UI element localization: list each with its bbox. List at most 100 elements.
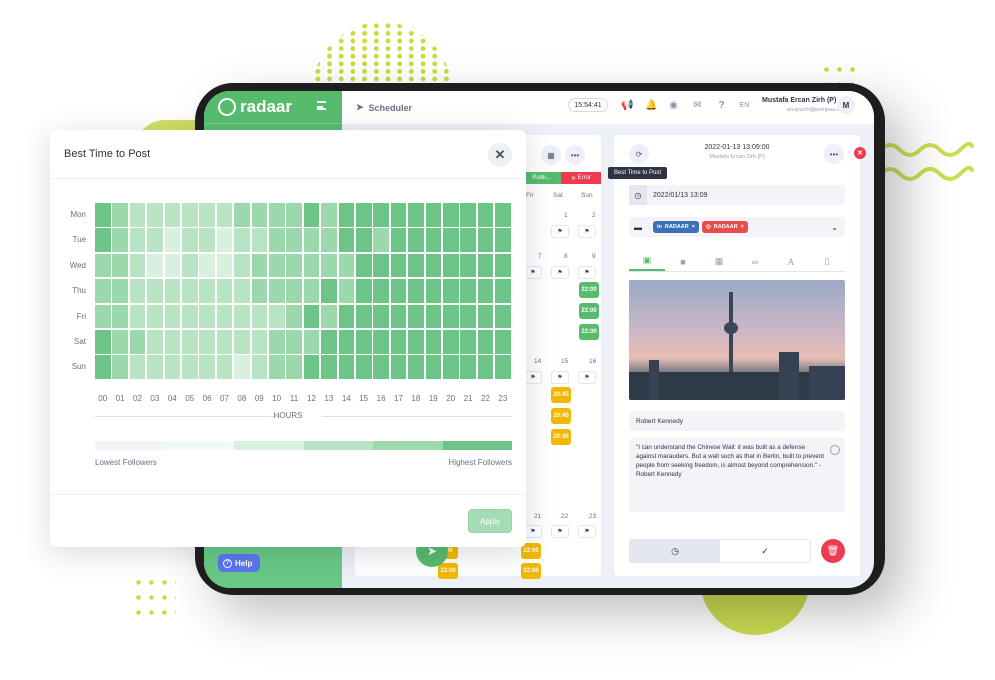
heatmap-cell[interactable] (216, 253, 233, 278)
close-button[interactable]: ✕ (488, 143, 512, 167)
heatmap-cell[interactable] (373, 330, 389, 354)
heatmap-cell[interactable] (199, 304, 215, 329)
heatmap-cell[interactable] (182, 228, 198, 252)
chevron-down-icon[interactable]: ⌄ (831, 223, 838, 232)
heatmap-cell[interactable] (443, 228, 459, 252)
remove-icon[interactable]: × (741, 224, 744, 230)
heatmap-cell[interactable] (460, 253, 476, 278)
scheduled-post[interactable]: 22:00 (579, 324, 599, 340)
heatmap-cell[interactable] (425, 253, 442, 278)
heatmap-cell[interactable] (112, 304, 128, 329)
scheduled-post[interactable]: 22:00 (579, 282, 599, 298)
heatmap-cell[interactable] (251, 228, 268, 252)
heatmap-cell[interactable] (390, 253, 407, 278)
heatmap-cell[interactable] (251, 330, 268, 354)
tab-video[interactable]: ■ (665, 252, 701, 271)
heatmap-cell[interactable] (373, 355, 389, 379)
heatmap-cell[interactable] (147, 330, 163, 354)
post-title-field[interactable]: Robert Kennedy (629, 411, 845, 431)
heatmap-cell[interactable] (164, 253, 181, 278)
heatmap-cell[interactable] (199, 330, 215, 354)
heatmap-cell[interactable] (95, 228, 111, 252)
heatmap-cell[interactable] (408, 330, 424, 354)
heatmap-cell[interactable] (164, 304, 181, 329)
heatmap-cell[interactable] (112, 279, 128, 303)
heatmap-cell[interactable] (129, 355, 146, 379)
heatmap-cell[interactable] (477, 228, 494, 252)
heatmap-cell[interactable] (286, 253, 302, 278)
scheduled-post[interactable]: 22:00 (579, 303, 599, 319)
heatmap-cell[interactable] (286, 279, 302, 303)
heatmap-cell[interactable] (338, 279, 355, 303)
heatmap-cell[interactable] (321, 253, 337, 278)
heatmap-cell[interactable] (321, 304, 337, 329)
heatmap-cell[interactable] (425, 203, 442, 227)
heatmap-cell[interactable] (460, 355, 476, 379)
heatmap-cell[interactable] (443, 203, 459, 227)
eye-icon[interactable]: ◉ (668, 100, 679, 111)
flag-icon[interactable]: ⚑ (551, 525, 569, 538)
heatmap-cell[interactable] (356, 330, 372, 354)
heatmap-cell[interactable] (234, 355, 250, 379)
heatmap-cell[interactable] (216, 228, 233, 252)
account-selector[interactable]: ▬ in RADAAR × ◎ RADAAR × ⌄ (629, 217, 845, 237)
heatmap-cell[interactable] (495, 253, 511, 278)
heatmap-cell[interactable] (112, 228, 128, 252)
heatmap-cell[interactable] (443, 330, 459, 354)
heatmap-cell[interactable] (321, 330, 337, 354)
heatmap-cell[interactable] (390, 203, 407, 227)
heatmap-cell[interactable] (356, 253, 372, 278)
heatmap-cell[interactable] (112, 330, 128, 354)
heatmap-cell[interactable] (234, 279, 250, 303)
heatmap-cell[interactable] (129, 279, 146, 303)
confirm-button[interactable]: ✓ (720, 540, 810, 562)
heatmap-cell[interactable] (303, 203, 320, 227)
heatmap-cell[interactable] (112, 355, 128, 379)
heatmap-cell[interactable] (356, 203, 372, 227)
heatmap-cell[interactable] (216, 203, 233, 227)
heatmap-cell[interactable] (199, 253, 215, 278)
flag-icon[interactable]: ⚑ (578, 266, 596, 279)
heatmap-cell[interactable] (129, 330, 146, 354)
heatmap-cell[interactable] (129, 203, 146, 227)
heatmap-cell[interactable] (321, 203, 337, 227)
heatmap-cell[interactable] (95, 203, 111, 227)
heatmap-cell[interactable] (408, 304, 424, 329)
heatmap-cell[interactable] (303, 253, 320, 278)
heatmap-cell[interactable] (286, 304, 302, 329)
heatmap-cell[interactable] (95, 253, 111, 278)
clock-icon[interactable]: ◷ (629, 185, 647, 205)
heatmap-cell[interactable] (216, 355, 233, 379)
heatmap-cell[interactable] (199, 279, 215, 303)
heatmap-cell[interactable] (269, 203, 285, 227)
heatmap-cell[interactable] (356, 228, 372, 252)
heatmap-cell[interactable] (199, 228, 215, 252)
heatmap-cell[interactable] (495, 304, 511, 329)
flag-icon[interactable]: ⚑ (524, 266, 542, 279)
filter-published[interactable]: Publi... (522, 172, 561, 184)
heatmap-cell[interactable] (269, 279, 285, 303)
heatmap-cell[interactable] (251, 355, 268, 379)
heatmap-cell[interactable] (147, 279, 163, 303)
flag-icon[interactable]: ⚑ (551, 371, 569, 384)
heatmap-cell[interactable] (338, 330, 355, 354)
heatmap-cell[interactable] (251, 203, 268, 227)
heatmap-cell[interactable] (408, 355, 424, 379)
heatmap-cell[interactable] (164, 279, 181, 303)
heatmap-cell[interactable] (95, 279, 111, 303)
tab-link[interactable]: ∞ (737, 252, 773, 271)
menu-toggle-icon[interactable] (317, 101, 326, 110)
heatmap-cell[interactable] (390, 279, 407, 303)
heatmap-cell[interactable] (182, 330, 198, 354)
heatmap-cell[interactable] (182, 203, 198, 227)
heatmap-cell[interactable] (443, 253, 459, 278)
heatmap-cell[interactable] (425, 330, 442, 354)
heatmap-cell[interactable] (234, 253, 250, 278)
heatmap-cell[interactable] (234, 203, 250, 227)
bell-icon[interactable]: 🔔 (645, 100, 657, 111)
heatmap-cell[interactable] (303, 228, 320, 252)
tab-mobile[interactable]: ▯ (809, 252, 845, 271)
heatmap-cell[interactable] (443, 279, 459, 303)
heatmap-cell[interactable] (443, 355, 459, 379)
heatmap-cell[interactable] (95, 355, 111, 379)
